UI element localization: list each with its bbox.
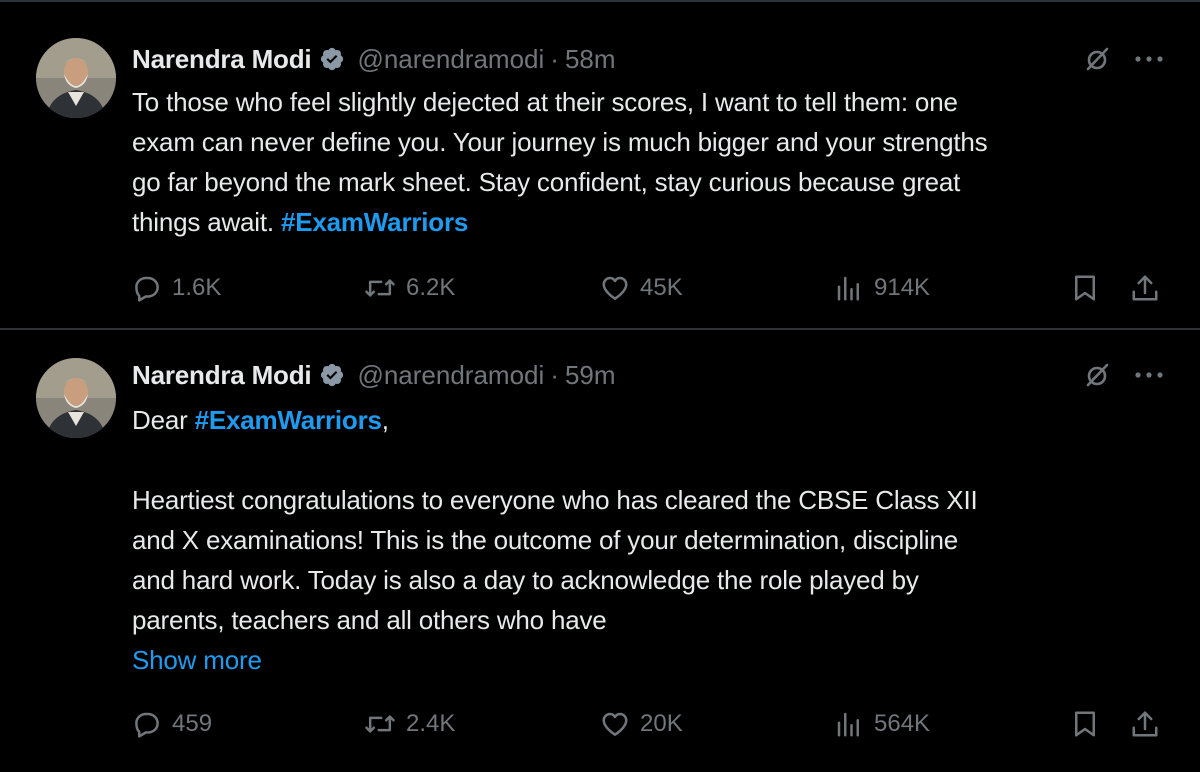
heart-icon: [602, 712, 628, 736]
reply-count: 1.6K: [172, 274, 222, 301]
share-button[interactable]: [1130, 270, 1170, 306]
tweet-text-fragment: ,: [381, 405, 389, 435]
reply-icon: [135, 712, 159, 738]
tweet-actions: 1.6K 6.2K 45K 914K: [132, 270, 1172, 306]
avatar[interactable]: [36, 358, 116, 438]
tweet[interactable]: Narendra Modi @narendramodi · 59m Dear #…: [0, 330, 1200, 772]
tweet[interactable]: Narendra Modi @narendramodi · 58m To tho…: [0, 2, 1200, 330]
bookmark-button[interactable]: [1070, 706, 1110, 742]
timestamp[interactable]: 59m: [565, 360, 616, 391]
separator-dot: ·: [550, 43, 559, 74]
tweet-header: Narendra Modi @narendramodi · 58m: [132, 42, 616, 76]
views-chart-icon: [837, 276, 859, 301]
bookmark-icon: [1075, 275, 1095, 301]
tweet-actions: 459 2.4K 20K 564K: [132, 706, 1172, 742]
author-name[interactable]: Narendra Modi: [132, 360, 312, 391]
show-more-link[interactable]: Show more: [132, 640, 1172, 680]
like-count: 45K: [640, 274, 683, 301]
tweet-text: Dear #ExamWarriors, Heartiest congratula…: [132, 400, 1172, 680]
author-handle[interactable]: @narendramodi: [357, 360, 544, 391]
reply-count: 459: [172, 710, 213, 737]
hashtag-link[interactable]: #ExamWarriors: [281, 207, 468, 237]
tweet-text-line: and hard work. Today is also a day to ac…: [132, 565, 919, 595]
verified-badge-icon: [319, 46, 345, 72]
hashtag-link[interactable]: #ExamWarriors: [195, 405, 382, 435]
author-name[interactable]: Narendra Modi: [132, 44, 312, 75]
tweet-top-actions: [1082, 44, 1164, 74]
retweet-icon: [365, 279, 395, 297]
tweet-text-fragment: Dear: [132, 405, 188, 435]
grok-icon[interactable]: [1082, 44, 1112, 74]
share-icon: [1132, 275, 1158, 301]
tweet-top-actions: [1082, 360, 1164, 390]
views-button[interactable]: 564K: [834, 706, 930, 742]
reply-button[interactable]: 1.6K: [132, 270, 221, 306]
tweet-header: Narendra Modi @narendramodi · 59m: [132, 358, 616, 392]
like-count: 20K: [640, 710, 683, 737]
tweet-text-line: and X examinations! This is the outcome …: [132, 525, 959, 555]
heart-icon: [602, 276, 628, 300]
grok-icon[interactable]: [1082, 360, 1112, 390]
avatar-image: [36, 358, 116, 438]
avatar[interactable]: [36, 38, 116, 118]
tweet-text-line: To those who feel slightly dejected at t…: [132, 87, 958, 117]
more-options-icon[interactable]: [1134, 360, 1164, 390]
tweet-text-line: go far beyond the mark sheet. Stay confi…: [132, 167, 961, 197]
retweet-count: 2.4K: [406, 710, 456, 737]
tweet-text-fragment: things await.: [132, 207, 274, 237]
author-handle[interactable]: @narendramodi: [357, 44, 544, 75]
tweet-text-line: parents, teachers and all others who hav…: [132, 605, 607, 635]
retweet-icon: [365, 715, 395, 733]
retweet-button[interactable]: 6.2K: [364, 270, 455, 306]
like-button[interactable]: 20K: [600, 706, 683, 742]
bookmark-icon: [1075, 711, 1095, 737]
avatar-image: [36, 38, 116, 118]
tweet-text-line: exam can never define you. Your journey …: [132, 127, 988, 157]
more-options-icon[interactable]: [1134, 44, 1164, 74]
tweet-text-line: Dear #ExamWarriors,: [132, 400, 1172, 440]
views-chart-icon: [837, 712, 859, 737]
reply-icon: [135, 276, 159, 302]
tweet-text-line: things await. #ExamWarriors: [132, 202, 1172, 242]
verified-badge-icon: [319, 362, 345, 388]
tweet-feed: Narendra Modi @narendramodi · 58m To tho…: [0, 0, 1200, 772]
retweet-button[interactable]: 2.4K: [364, 706, 455, 742]
timestamp[interactable]: 58m: [565, 44, 616, 75]
separator-dot: ·: [550, 359, 559, 390]
share-button[interactable]: [1130, 706, 1170, 742]
view-count: 564K: [874, 710, 931, 737]
view-count: 914K: [874, 274, 931, 301]
bookmark-button[interactable]: [1070, 270, 1110, 306]
retweet-count: 6.2K: [406, 274, 456, 301]
reply-button[interactable]: 459: [132, 706, 212, 742]
tweet-text-line: Heartiest congratulations to everyone wh…: [132, 485, 978, 515]
views-button[interactable]: 914K: [834, 270, 930, 306]
like-button[interactable]: 45K: [600, 270, 683, 306]
tweet-text: To those who feel slightly dejected at t…: [132, 82, 1172, 242]
share-icon: [1132, 711, 1158, 737]
